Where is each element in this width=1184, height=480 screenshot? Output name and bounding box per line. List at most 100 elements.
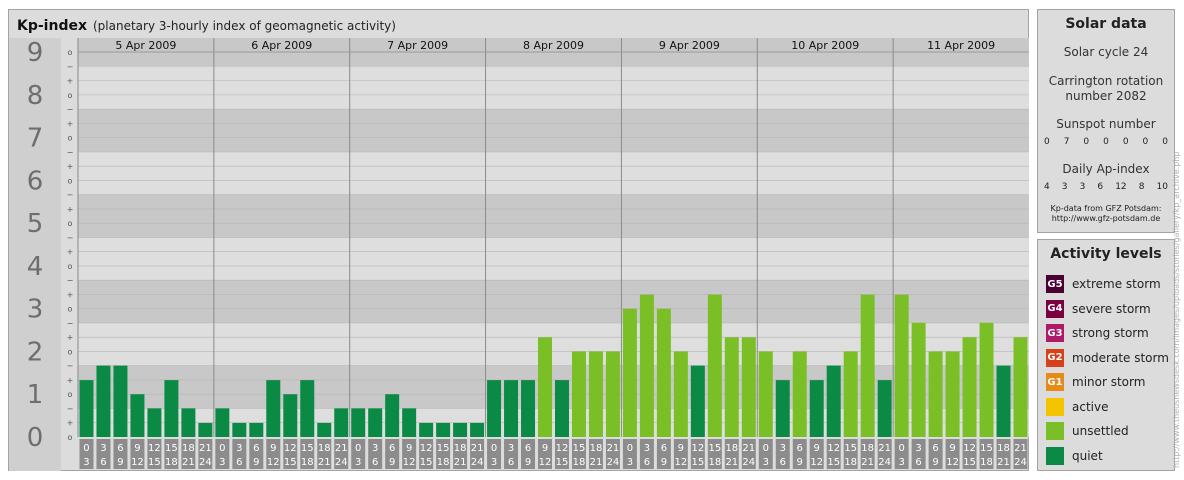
hour-end-label: 21	[725, 457, 738, 468]
hour-start-label: 9	[406, 443, 412, 454]
y-subtick: −	[67, 276, 74, 285]
legend-label: severe storm	[1072, 301, 1151, 316]
hour-end-label: 12	[946, 457, 959, 468]
hour-start-label: 18	[725, 443, 738, 454]
kp-bar	[996, 365, 1011, 437]
level-band	[78, 280, 1029, 323]
kp-bar	[487, 380, 502, 437]
level-band	[78, 66, 1029, 109]
kp-bar	[232, 422, 247, 437]
kp-bar	[622, 308, 637, 437]
ap-value: 8	[1138, 182, 1145, 192]
level-band	[78, 322, 1029, 366]
legend-item: quiet	[1046, 446, 1103, 466]
y-subtick: o	[68, 134, 73, 143]
hour-end-label: 9	[117, 457, 123, 468]
hour-start-label: 6	[525, 443, 531, 454]
legend-label: minor storm	[1072, 375, 1146, 389]
day-label: 6 Apr 2009	[251, 39, 312, 52]
hour-start-label: 0	[83, 443, 89, 454]
hour-start-label: 12	[556, 443, 569, 454]
kp-bar	[470, 422, 485, 437]
kp-bar	[130, 394, 145, 437]
hour-start-label: 6	[661, 443, 667, 454]
hour-start-label: 6	[117, 443, 123, 454]
hour-start-label: 15	[573, 443, 586, 454]
kp-bar	[894, 294, 909, 437]
hour-start-label: 3	[236, 443, 242, 454]
kp-bar	[419, 422, 434, 437]
legend-label: quiet	[1072, 448, 1103, 463]
hour-start-label: 9	[542, 443, 548, 454]
kp-bar	[164, 380, 179, 437]
sunspot-value: 0	[1142, 137, 1149, 147]
hour-start-label: 15	[708, 443, 721, 454]
y-subtick: o	[68, 347, 73, 356]
kp-bar	[283, 394, 298, 437]
y-subtick: o	[68, 176, 73, 185]
hour-end-label: 9	[661, 457, 667, 468]
hour-start-label: 18	[861, 443, 874, 454]
hour-end-label: 3	[219, 457, 225, 468]
day-label: 11 Apr 2009	[927, 39, 995, 52]
hour-start-label: 12	[827, 443, 840, 454]
kp-bar	[979, 322, 994, 437]
hour-start-label: 21	[607, 443, 620, 454]
level-band	[78, 151, 1029, 195]
hour-start-label: 0	[763, 443, 769, 454]
y-subtick: o	[68, 305, 73, 314]
kp-bar	[843, 351, 858, 437]
ap-value: 12	[1115, 182, 1127, 192]
hour-end-label: 9	[525, 457, 531, 468]
ap-value: 6	[1097, 182, 1104, 192]
hour-end-label: 21	[182, 457, 195, 468]
hour-end-label: 15	[691, 457, 704, 468]
hour-start-label: 15	[165, 443, 178, 454]
kp-bar	[656, 308, 671, 437]
y-subtick: +	[67, 77, 74, 86]
kp-bar	[300, 380, 315, 437]
y-subtick: o	[68, 433, 73, 442]
hour-end-label: 12	[810, 457, 823, 468]
hour-end-label: 6	[236, 457, 242, 468]
day-label: 10 Apr 2009	[791, 39, 859, 52]
sunspot-value: 0	[1162, 137, 1168, 147]
hour-start-label: 3	[508, 443, 514, 454]
hour-end-label: 3	[83, 457, 89, 468]
legend-item: G2 moderate storm	[1046, 348, 1169, 368]
hour-end-label: 3	[491, 457, 497, 468]
kp-bar	[79, 380, 94, 437]
hour-end-label: 15	[556, 457, 569, 468]
sunspot-value: 0	[1122, 137, 1129, 147]
hour-end-label: 6	[644, 457, 650, 468]
hour-end-label: 12	[674, 457, 687, 468]
kp-bar	[571, 351, 586, 437]
day-label: 8 Apr 2009	[523, 39, 584, 52]
hour-end-label: 18	[844, 457, 857, 468]
hour-end-label: 12	[267, 457, 280, 468]
hour-start-label: 0	[219, 443, 225, 454]
hour-start-label: 21	[742, 443, 755, 454]
hour-start-label: 12	[148, 443, 161, 454]
hour-end-label: 6	[780, 457, 786, 468]
legend-swatch	[1046, 446, 1064, 465]
hour-end-label: 21	[318, 457, 331, 468]
hour-end-label: 9	[932, 457, 938, 468]
hour-start-label: 12	[963, 443, 976, 454]
watermark-url: http://www.theusnewsdesk.com/images/uplo…	[1172, 151, 1181, 468]
hour-start-label: 12	[691, 443, 704, 454]
hour-end-label: 6	[508, 457, 514, 468]
legend-swatch: G1	[1046, 373, 1064, 391]
hour-end-label: 24	[199, 457, 212, 468]
hour-end-label: 24	[742, 457, 755, 468]
y-subtick: +	[67, 248, 74, 257]
activity-levels-panel: Activity levels G5 extreme storm G4 severe …	[1037, 239, 1175, 471]
y-subtick: −	[67, 319, 74, 328]
hour-start-label: 3	[915, 443, 921, 454]
hour-start-label: 3	[100, 443, 106, 454]
hour-end-label: 15	[284, 457, 297, 468]
hour-start-label: 18	[590, 443, 603, 454]
kp-bar	[147, 408, 162, 437]
legend-swatch	[1046, 397, 1064, 416]
kp-bar	[911, 322, 926, 437]
